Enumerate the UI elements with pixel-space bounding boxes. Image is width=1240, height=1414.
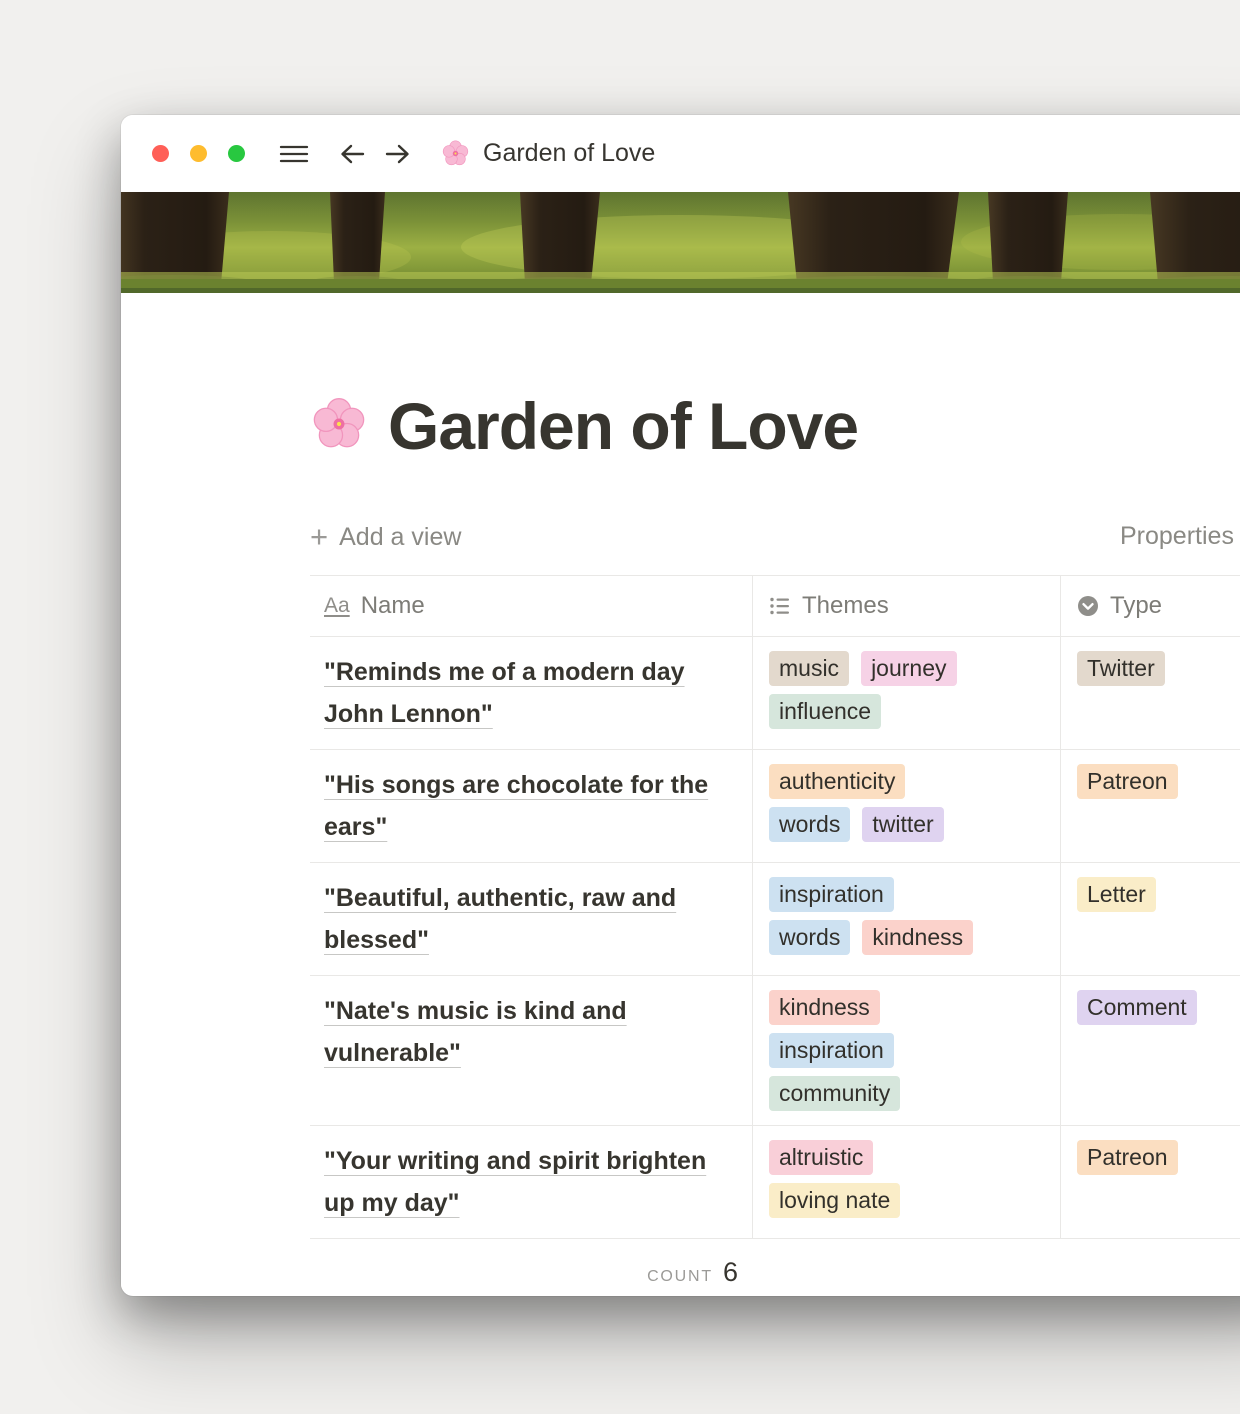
forest-cover-illustration	[121, 192, 1240, 293]
page-emoji-cherry-blossom-icon[interactable]	[310, 395, 368, 458]
type-cell[interactable]: Patreon	[1060, 750, 1240, 862]
column-header-name[interactable]: Aa Name	[310, 576, 752, 636]
plus-icon: +	[310, 523, 328, 551]
type-cell[interactable]: Patreon	[1060, 1126, 1240, 1238]
type-tag[interactable]: Patreon	[1077, 1140, 1178, 1175]
page-title[interactable]: Garden of Love	[388, 388, 858, 464]
theme-tag[interactable]: words	[769, 920, 850, 955]
themes-cell[interactable]: altruistic loving nate	[752, 1126, 1060, 1238]
column-header-themes[interactable]: Themes	[752, 576, 1060, 636]
column-header-type[interactable]: Type	[1060, 576, 1240, 636]
window-titlebar: Garden of Love	[121, 115, 1240, 192]
name-cell[interactable]: "Beautiful, authentic, raw and blessed"	[310, 863, 752, 975]
name-cell[interactable]: "Reminds me of a modern day John Lennon"	[310, 637, 752, 749]
table-row: "Reminds me of a modern day John Lennon"…	[310, 637, 1240, 750]
theme-tag[interactable]: influence	[769, 694, 881, 729]
page-link[interactable]: "Beautiful, authentic, raw and blessed"	[324, 884, 676, 954]
traffic-lights	[152, 145, 245, 162]
hamburger-icon	[279, 143, 309, 165]
properties-button[interactable]: Properties	[1120, 522, 1234, 551]
sidebar-menu-button[interactable]	[279, 143, 309, 165]
theme-tag[interactable]: inspiration	[769, 1033, 894, 1068]
forward-arrow-icon	[384, 142, 411, 166]
column-label-themes: Themes	[802, 592, 889, 620]
minimize-window-button[interactable]	[190, 145, 207, 162]
type-tag[interactable]: Letter	[1077, 877, 1156, 912]
table-header: Aa Name Themes	[310, 575, 1240, 637]
database-table: Aa Name Themes	[310, 575, 1240, 1288]
column-label-name: Name	[361, 592, 425, 620]
type-tag[interactable]: Patreon	[1077, 764, 1178, 799]
type-cell[interactable]: Letter	[1060, 863, 1240, 975]
zoom-window-button[interactable]	[228, 145, 245, 162]
back-arrow-icon	[339, 142, 366, 166]
themes-cell[interactable]: authenticity words twitter	[752, 750, 1060, 862]
page-cover-image[interactable]	[121, 192, 1240, 293]
theme-tag[interactable]: loving nate	[769, 1183, 900, 1218]
close-window-button[interactable]	[152, 145, 169, 162]
forward-button[interactable]	[384, 142, 411, 166]
page-link[interactable]: "Nate's music is kind and vulnerable"	[324, 997, 627, 1067]
page-title-row: Garden of Love	[310, 390, 1240, 462]
theme-tag[interactable]: music	[769, 651, 849, 686]
page-content: Garden of Love + Add a view Properties A…	[121, 390, 1240, 1288]
back-button[interactable]	[339, 142, 366, 166]
cherry-blossom-icon	[441, 139, 470, 168]
column-label-type: Type	[1110, 592, 1162, 620]
theme-tag[interactable]: kindness	[769, 990, 880, 1025]
themes-cell[interactable]: kindness inspiration community	[752, 976, 1060, 1125]
theme-tag[interactable]: kindness	[862, 920, 973, 955]
select-property-icon	[1077, 595, 1099, 617]
theme-tag[interactable]: authenticity	[769, 764, 905, 799]
bulleted-list-icon	[769, 595, 791, 617]
table-row: "Beautiful, authentic, raw and blessed" …	[310, 863, 1240, 976]
themes-cell[interactable]: inspiration words kindness	[752, 863, 1060, 975]
table-footer: COUNT 6	[310, 1239, 1240, 1288]
type-cell[interactable]: Twitter	[1060, 637, 1240, 749]
theme-tag[interactable]: words	[769, 807, 850, 842]
count-value: 6	[723, 1257, 738, 1288]
theme-tag[interactable]: journey	[861, 651, 956, 686]
name-cell[interactable]: "Your writing and spirit brighten up my …	[310, 1126, 752, 1238]
name-cell[interactable]: "His songs are chocolate for the ears"	[310, 750, 752, 862]
type-tag[interactable]: Twitter	[1077, 651, 1165, 686]
name-cell[interactable]: "Nate's music is kind and vulnerable"	[310, 976, 752, 1125]
theme-tag[interactable]: twitter	[862, 807, 943, 842]
count-calculation[interactable]: COUNT 6	[310, 1239, 752, 1288]
view-toolbar: + Add a view Properties	[310, 517, 1240, 557]
table-row: "Your writing and spirit brighten up my …	[310, 1126, 1240, 1239]
add-view-button[interactable]: + Add a view	[310, 523, 461, 552]
window-title: Garden of Love	[483, 139, 655, 168]
page-link[interactable]: "Your writing and spirit brighten up my …	[324, 1147, 706, 1217]
app-window: Garden of Love	[121, 115, 1240, 1296]
page-link[interactable]: "Reminds me of a modern day John Lennon"	[324, 658, 685, 728]
type-tag[interactable]: Comment	[1077, 990, 1197, 1025]
count-label: COUNT	[647, 1268, 713, 1286]
table-row: "Nate's music is kind and vulnerable" ki…	[310, 976, 1240, 1126]
theme-tag[interactable]: inspiration	[769, 877, 894, 912]
add-view-label: Add a view	[339, 523, 461, 552]
themes-cell[interactable]: music journey influence	[752, 637, 1060, 749]
title-property-icon: Aa	[324, 594, 350, 618]
theme-tag[interactable]: community	[769, 1076, 900, 1111]
theme-tag[interactable]: altruistic	[769, 1140, 873, 1175]
page-link[interactable]: "His songs are chocolate for the ears"	[324, 771, 708, 841]
table-row: "His songs are chocolate for the ears" a…	[310, 750, 1240, 863]
type-cell[interactable]: Comment	[1060, 976, 1240, 1125]
